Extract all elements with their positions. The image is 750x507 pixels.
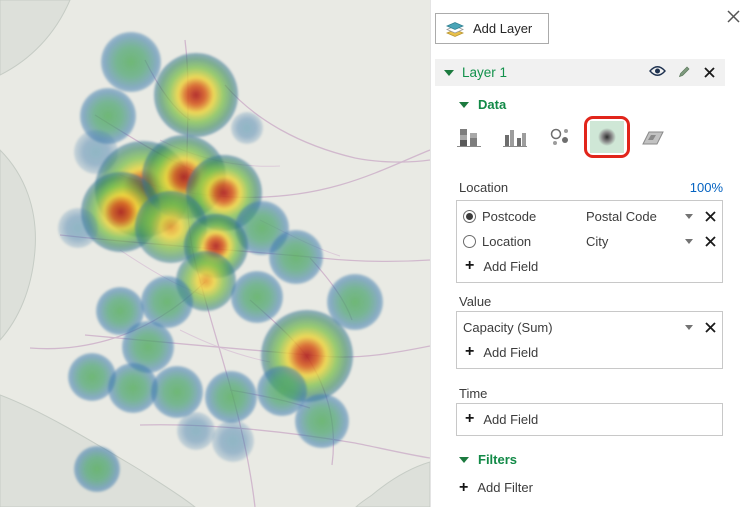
postcode-radio[interactable] [463,210,476,223]
map-canvas[interactable] [0,0,430,507]
postcode-field-value: Postal Code [586,209,657,224]
location-label: Location [459,180,508,195]
layer-name: Layer 1 [462,65,641,80]
chevron-down-icon [685,214,693,219]
value-add-field-label: Add Field [483,345,538,360]
collapse-filters-icon[interactable] [459,457,469,463]
location-row-postcode: Postcode Postal Code [463,204,717,229]
remove-location-field-icon[interactable] [704,235,717,248]
value-field-dropdown[interactable]: Capacity (Sum) [463,320,698,335]
plus-icon: + [465,412,474,426]
layers-icon [445,20,465,38]
location-radio-label: Location [482,234,580,249]
location-header: Location 100% [459,180,723,195]
location-add-field-label: Add Field [483,259,538,274]
plus-icon: + [465,345,474,359]
close-icon[interactable] [726,9,741,24]
remove-postcode-field-icon[interactable] [704,210,717,223]
postcode-radio-label: Postcode [482,209,580,224]
time-label: Time [459,386,487,401]
chart-type-region-icon[interactable] [636,121,670,153]
delete-layer-icon[interactable] [703,66,716,79]
location-radio[interactable] [463,235,476,248]
value-field-row: Capacity (Sum) [463,315,717,340]
plus-icon: + [459,481,468,495]
geocoding-percent-link[interactable]: 100% [690,180,723,195]
chart-type-clustered-column-icon[interactable] [498,121,532,153]
collapse-layer-icon[interactable] [444,70,454,76]
value-label: Value [459,294,491,309]
heatmap-layer [0,0,430,507]
chart-type-bubble-icon[interactable] [544,121,578,153]
layer-header[interactable]: Layer 1 [435,59,725,86]
value-field-value: Capacity (Sum) [463,320,553,335]
location-add-field-button[interactable]: + Add Field [463,254,717,278]
chart-type-picker [452,121,670,153]
location-field-dropdown[interactable]: City [586,234,698,249]
filters-section-header[interactable]: Filters [459,452,517,467]
time-fieldbox: + Add Field [456,403,723,436]
time-add-field-label: Add Field [483,412,538,427]
layer-actions [649,65,716,81]
visibility-eye-icon[interactable] [649,65,666,80]
collapse-data-icon[interactable] [459,102,469,108]
plus-icon: + [465,259,474,273]
edit-pencil-icon[interactable] [678,65,691,81]
location-row-location: Location City [463,229,717,254]
chart-type-heat-map-icon[interactable] [590,121,624,153]
remove-value-field-icon[interactable] [704,321,717,334]
chevron-down-icon [685,325,693,330]
data-section-header[interactable]: Data [459,97,506,112]
add-layer-button[interactable]: Add Layer [435,13,549,44]
add-filter-label: Add Filter [477,480,533,495]
chevron-down-icon [685,239,693,244]
layer-pane: Add Layer Layer 1 Data [430,0,750,507]
location-fieldbox: Postcode Postal Code Location City + Add… [456,200,723,283]
data-section-label: Data [478,97,506,112]
chart-type-stacked-column-icon[interactable] [452,121,486,153]
value-fieldbox: Capacity (Sum) + Add Field [456,311,723,369]
location-field-value: City [586,234,608,249]
filters-section-label: Filters [478,452,517,467]
value-add-field-button[interactable]: + Add Field [463,340,717,364]
time-add-field-button[interactable]: + Add Field [463,407,717,431]
add-filter-button[interactable]: + Add Filter [459,480,533,495]
postcode-field-dropdown[interactable]: Postal Code [586,209,698,224]
add-layer-label: Add Layer [473,21,532,36]
